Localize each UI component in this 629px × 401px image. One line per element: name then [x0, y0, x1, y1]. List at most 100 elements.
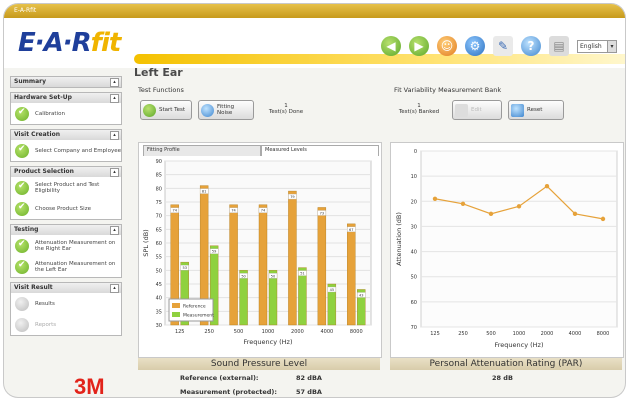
data-label: 43	[359, 293, 363, 297]
y-tick-label: 50	[411, 275, 417, 281]
group-summary[interactable]: Summary ▴	[10, 76, 122, 88]
y-tick-label: 0	[414, 149, 417, 155]
y-tick-label: 90	[156, 159, 162, 165]
y-tick-label: 50	[156, 268, 162, 274]
window-titlebar: E-A-Rfit	[4, 4, 625, 18]
settings-gear-icon[interactable]: ⚙	[465, 36, 485, 56]
legend-swatch	[172, 303, 180, 308]
x-tick-label: 2000	[291, 329, 304, 335]
legend-label: Reference	[183, 304, 206, 310]
collapse-icon[interactable]: ▴	[110, 94, 119, 103]
collapse-icon[interactable]: ▴	[110, 78, 119, 87]
sound-icon	[201, 103, 214, 117]
collapse-icon[interactable]: ▴	[110, 131, 119, 140]
group-visit-result: Visit Result ▴ Results Reports	[10, 282, 122, 336]
x-tick-label: 4000	[320, 329, 333, 335]
data-label: 73	[320, 211, 324, 215]
group-title: Testing	[14, 226, 39, 233]
tests-banked-counter: 1 Test(s) Banked	[398, 103, 440, 115]
fitting-noise-button[interactable]: Fitting Noise	[198, 100, 254, 120]
measurement-value: 57 dBA	[296, 388, 322, 396]
printer-icon[interactable]: ▤	[549, 36, 569, 56]
bar-reference	[288, 190, 297, 326]
group-visit-creation: Visit Creation ▴ Select Company and Emplo…	[10, 129, 122, 162]
bar-measurement	[268, 270, 278, 326]
edit-icon	[455, 103, 468, 117]
edit-pencil-icon[interactable]: ✎	[493, 36, 513, 56]
attenuation-point	[460, 201, 466, 206]
check-icon	[15, 238, 29, 253]
step-right-ear[interactable]: Attenuation Measurement on the Right Ear	[11, 235, 121, 256]
group-product-selection: Product Selection ▴ Select Product and Te…	[10, 166, 122, 220]
check-icon	[15, 106, 29, 121]
x-tick-label: 1000	[262, 329, 275, 335]
step-left-ear[interactable]: Attenuation Measurement on the Left Ear	[11, 256, 121, 277]
data-label: 45	[330, 288, 334, 292]
language-select[interactable]: English ▾	[577, 39, 617, 53]
bar-measurement	[239, 270, 248, 326]
users-icon[interactable]: ☺	[437, 36, 457, 56]
step-calibration[interactable]: Calibration	[11, 103, 121, 124]
y-tick-label: 70	[156, 214, 162, 220]
par-value: 28 dB	[492, 374, 513, 382]
attenuation-point	[544, 184, 550, 189]
reset-button[interactable]: Reset	[508, 100, 564, 120]
test-functions-label: Test Functions	[138, 86, 184, 94]
data-label: 74	[261, 209, 266, 213]
app-window: E-A-Rfit E·A·Rfit ◀ ▶ ☺ ⚙ ✎ ? ▤ English ▾…	[4, 4, 625, 397]
attenuation-point	[600, 216, 606, 222]
y-tick-label: 20	[411, 199, 417, 205]
data-label: 81	[202, 190, 206, 194]
page-title: Left Ear	[134, 66, 183, 79]
back-arrow-icon[interactable]: ◀	[381, 36, 401, 56]
legend-label: Measurement	[183, 313, 214, 319]
group-title: Summary	[14, 78, 47, 85]
x-tick-label: 2000	[541, 331, 554, 337]
x-tick-label: 125	[430, 331, 440, 337]
step-select-product[interactable]: Select Product and Test Eligibility	[11, 177, 121, 198]
forward-arrow-icon[interactable]: ▶	[409, 36, 429, 56]
help-globe-icon[interactable]: ?	[521, 36, 541, 56]
check-icon	[15, 259, 29, 274]
pending-icon	[15, 296, 29, 311]
y-tick-label: 40	[156, 296, 162, 302]
group-title: Product Selection	[14, 168, 74, 175]
collapse-icon[interactable]: ▴	[110, 226, 119, 235]
legend-swatch	[172, 312, 180, 317]
reference-label: Reference (external):	[180, 374, 259, 382]
y-tick-label: 55	[156, 255, 162, 261]
y-axis-label: SPL (dB)	[142, 229, 150, 256]
step-product-size[interactable]: Choose Product Size	[11, 198, 121, 219]
tests-done-counter: 1 Test(s) Done	[268, 103, 304, 115]
y-tick-label: 60	[156, 241, 162, 247]
group-hardware: Hardware Set-Up ▴ Calibration	[10, 92, 122, 125]
x-axis-label: Frequency (Hz)	[494, 341, 543, 349]
y-tick-label: 70	[411, 325, 417, 331]
check-icon	[15, 143, 29, 158]
collapse-icon[interactable]: ▴	[110, 284, 119, 293]
y-tick-label: 40	[411, 250, 417, 256]
y-tick-label: 85	[156, 173, 162, 179]
y-tick-label: 65	[156, 227, 162, 233]
step-select-company[interactable]: Select Company and Employee	[11, 140, 121, 161]
step-results[interactable]: Results	[11, 293, 121, 314]
x-axis-label: Frequency (Hz)	[243, 338, 292, 346]
start-test-button[interactable]: Start Test	[140, 100, 192, 120]
data-label: 67	[349, 228, 353, 232]
y-tick-label: 75	[156, 200, 162, 206]
reset-icon	[511, 103, 524, 117]
par-panel: 0 10 20 30 40 50 60 70 125 250 500 1000 2000 4000 8000…	[390, 142, 624, 358]
data-label: 51	[300, 272, 304, 276]
3m-logo: 3M	[74, 374, 105, 397]
y-tick-label: 60	[411, 300, 417, 306]
plot-area	[420, 150, 618, 328]
collapse-icon[interactable]: ▴	[110, 168, 119, 177]
group-title: Visit Result	[14, 284, 53, 291]
edit-button[interactable]: Edit	[452, 100, 502, 120]
workflow-sidebar: Summary ▴ Hardware Set-Up ▴ Calibration Vi…	[10, 76, 122, 340]
y-tick-label: 10	[411, 174, 417, 180]
spl-summary-title: Sound Pressure Level	[138, 358, 380, 370]
data-label: 59	[212, 250, 216, 254]
main-toolbar: ◀ ▶ ☺ ⚙ ✎ ? ▤ English ▾	[381, 36, 617, 56]
bar-reference	[229, 204, 238, 326]
